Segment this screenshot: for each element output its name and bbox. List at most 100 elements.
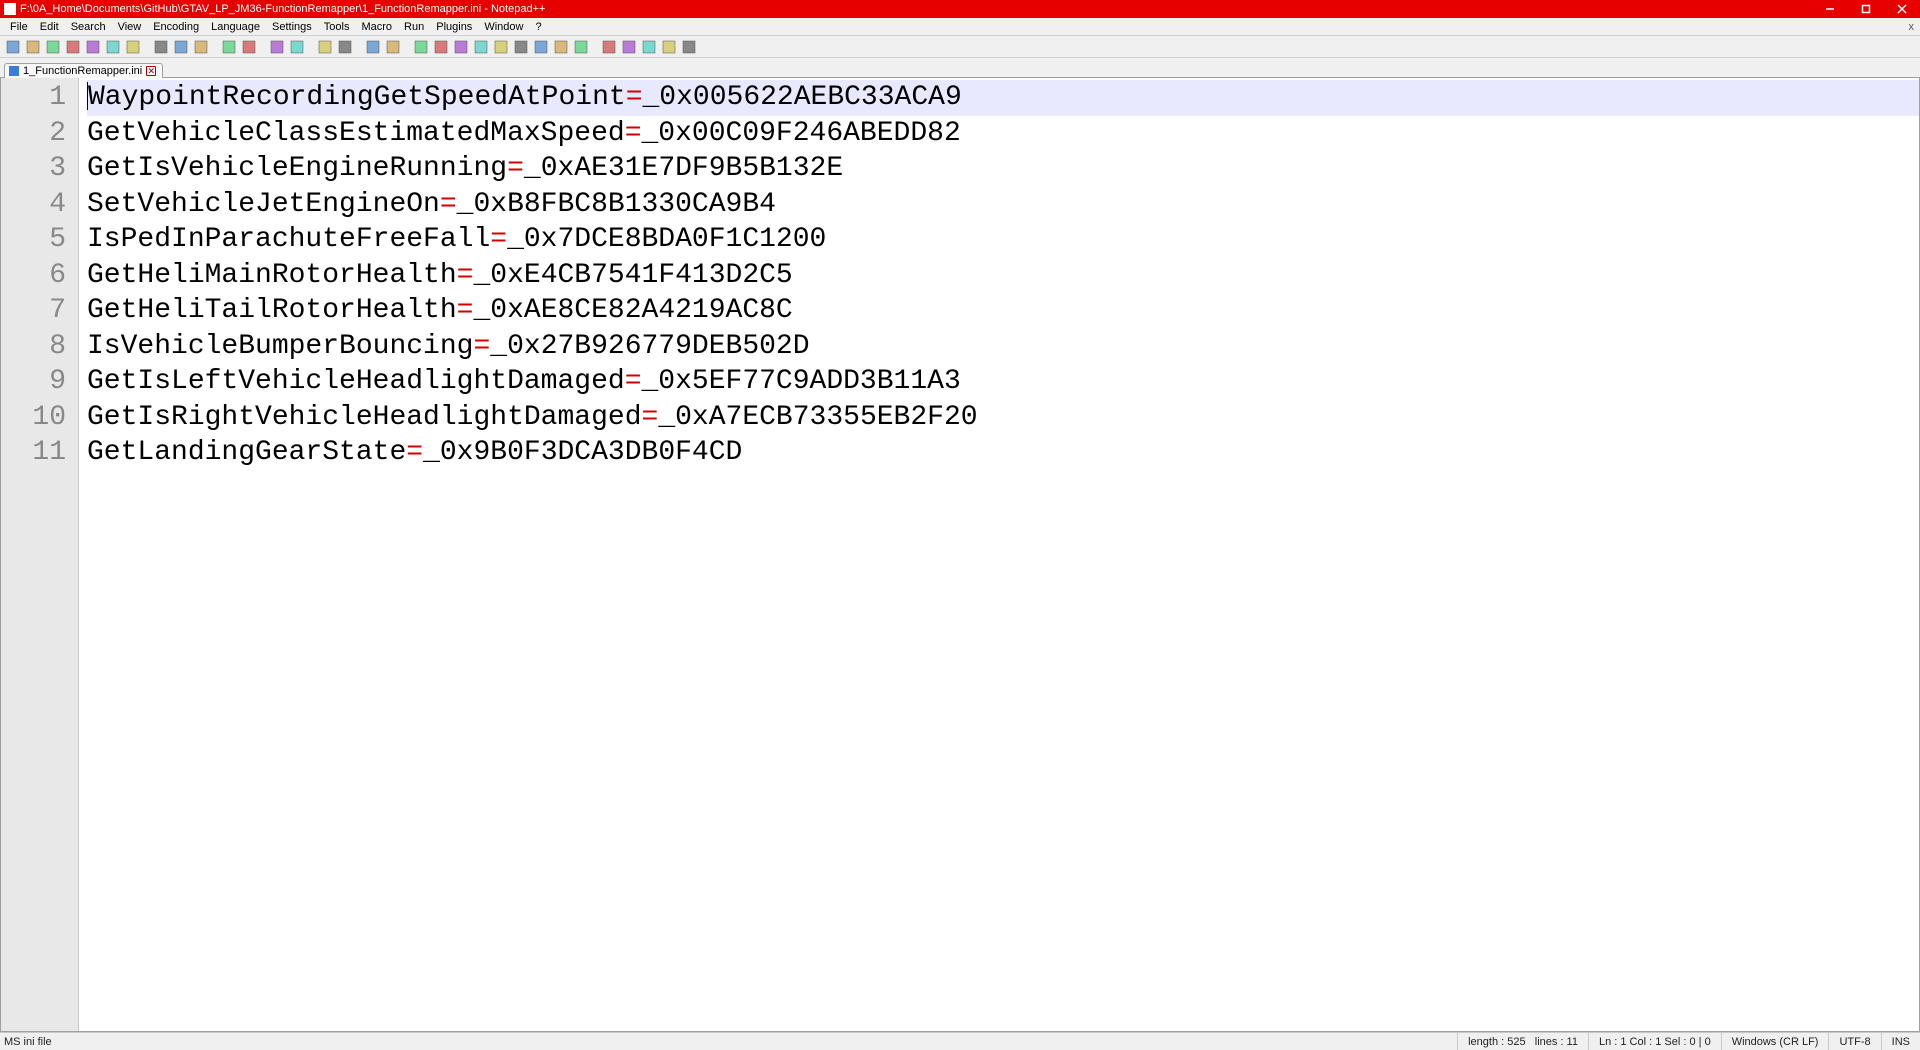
ini-equals: = — [406, 437, 423, 468]
menu-edit[interactable]: Edit — [34, 21, 65, 33]
ini-equals: = — [440, 189, 457, 220]
ini-equals: = — [457, 260, 474, 291]
code-line[interactable]: GetIsLeftVehicleHeadlightDamaged=_0x5EF7… — [87, 364, 1919, 400]
print-icon[interactable] — [124, 38, 142, 56]
line-number: 4 — [1, 187, 78, 223]
ini-value: _0xAE8CE82A4219AC8C — [473, 295, 792, 326]
maximize-button[interactable] — [1848, 0, 1884, 18]
monitor-icon[interactable] — [572, 38, 590, 56]
file-tab-close-icon[interactable]: ✕ — [146, 66, 156, 76]
zoom-out-icon[interactable] — [336, 38, 354, 56]
file-tab[interactable]: 1_FunctionRemapper.ini ✕ — [4, 63, 163, 78]
close-button[interactable] — [1884, 0, 1920, 18]
wordwrap-icon[interactable] — [412, 38, 430, 56]
code-line[interactable]: IsPedInParachuteFreeFall=_0x7DCE8BDA0F1C… — [87, 222, 1919, 258]
line-number: 1 — [1, 80, 78, 116]
zoom-in-icon[interactable] — [316, 38, 334, 56]
status-eol: Windows (CR LF) — [1721, 1033, 1829, 1050]
sync-v-icon[interactable] — [364, 38, 382, 56]
menu-search[interactable]: Search — [65, 21, 112, 33]
code-line[interactable]: GetHeliTailRotorHealth=_0xAE8CE82A4219AC… — [87, 293, 1919, 329]
play-icon[interactable] — [640, 38, 658, 56]
folder-icon[interactable] — [552, 38, 570, 56]
code-line[interactable]: GetHeliMainRotorHealth=_0xE4CB7541F413D2… — [87, 258, 1919, 294]
code-area[interactable]: WaypointRecordingGetSpeedAtPoint=_0x0056… — [79, 78, 1919, 1031]
replace-icon[interactable] — [288, 38, 306, 56]
redo-icon[interactable] — [240, 38, 258, 56]
line-number-gutter: 1234567891011 — [1, 78, 79, 1031]
ini-equals: = — [626, 82, 643, 113]
ini-value: _0xAE31E7DF9B5B132E — [524, 153, 843, 184]
menu-file[interactable]: File — [4, 21, 34, 33]
menu-close-doc[interactable]: x — [1909, 21, 1915, 33]
stop-icon[interactable] — [620, 38, 638, 56]
line-number: 8 — [1, 329, 78, 365]
new-file-icon[interactable] — [4, 38, 22, 56]
minimize-button[interactable] — [1812, 0, 1848, 18]
code-line[interactable]: IsVehicleBumperBouncing=_0x27B926779DEB5… — [87, 329, 1919, 365]
menu-macro[interactable]: Macro — [355, 21, 398, 33]
window-controls — [1812, 0, 1920, 18]
line-number: 9 — [1, 364, 78, 400]
ini-key: GetIsVehicleEngineRunning — [87, 153, 507, 184]
toolbar — [0, 36, 1920, 58]
code-line[interactable]: WaypointRecordingGetSpeedAtPoint=_0x0056… — [87, 80, 1919, 116]
save-macro-icon[interactable] — [680, 38, 698, 56]
doc-list-icon[interactable] — [512, 38, 530, 56]
record-icon[interactable] — [600, 38, 618, 56]
ini-key: GetHeliMainRotorHealth — [87, 260, 457, 291]
menu-settings[interactable]: Settings — [266, 21, 318, 33]
ini-equals: = — [473, 331, 490, 362]
doc-map-icon[interactable] — [492, 38, 510, 56]
open-file-icon[interactable] — [24, 38, 42, 56]
play-multi-icon[interactable] — [660, 38, 678, 56]
line-number: 6 — [1, 258, 78, 294]
allchars-icon[interactable] — [432, 38, 450, 56]
ini-value: _0x7DCE8BDA0F1C1200 — [507, 224, 826, 255]
save-all-icon[interactable] — [64, 38, 82, 56]
code-line[interactable]: GetIsVehicleEngineRunning=_0xAE31E7DF9B5… — [87, 151, 1919, 187]
paste-icon[interactable] — [192, 38, 210, 56]
sync-h-icon[interactable] — [384, 38, 402, 56]
undo-icon[interactable] — [220, 38, 238, 56]
save-icon[interactable] — [44, 38, 62, 56]
status-length: length : 525 lines : 11 — [1457, 1033, 1588, 1050]
ini-value: _0x00C09F246ABEDD82 — [642, 118, 961, 149]
menu-plugins[interactable]: Plugins — [430, 21, 478, 33]
cut-icon[interactable] — [152, 38, 170, 56]
ini-key: GetLandingGearState — [87, 437, 406, 468]
status-filetype: MS ini file — [0, 1036, 1457, 1048]
menu-window[interactable]: Window — [478, 21, 529, 33]
line-number: 11 — [1, 435, 78, 471]
menu-run[interactable]: Run — [398, 21, 430, 33]
status-position: Ln : 1 Col : 1 Sel : 0 | 0 — [1588, 1033, 1721, 1050]
code-line[interactable]: GetLandingGearState=_0x9B0F3DCA3DB0F4CD — [87, 435, 1919, 471]
ini-equals: = — [457, 295, 474, 326]
status-bar: MS ini file length : 525 lines : 11 Ln :… — [0, 1032, 1920, 1050]
menu-view[interactable]: View — [112, 21, 148, 33]
close-icon[interactable] — [84, 38, 102, 56]
menu-language[interactable]: Language — [205, 21, 266, 33]
code-line[interactable]: SetVehicleJetEngineOn=_0xB8FBC8B1330CA9B… — [87, 187, 1919, 223]
ini-equals: = — [625, 366, 642, 397]
menu-help[interactable]: ? — [529, 21, 547, 33]
menu-tools[interactable]: Tools — [318, 21, 356, 33]
ini-key: SetVehicleJetEngineOn — [87, 189, 440, 220]
line-number: 7 — [1, 293, 78, 329]
menu-encoding[interactable]: Encoding — [147, 21, 205, 33]
code-line[interactable]: GetIsRightVehicleHeadlightDamaged=_0xA7E… — [87, 400, 1919, 436]
status-encoding: UTF-8 — [1828, 1033, 1880, 1050]
copy-icon[interactable] — [172, 38, 190, 56]
file-tab-icon — [9, 66, 19, 76]
code-line[interactable]: GetVehicleClassEstimatedMaxSpeed=_0x00C0… — [87, 116, 1919, 152]
close-all-icon[interactable] — [104, 38, 122, 56]
menu-bar: File Edit Search View Encoding Language … — [0, 18, 1920, 36]
indent-guide-icon[interactable] — [452, 38, 470, 56]
title-bar: F:\0A_Home\Documents\GitHub\GTAV_LP_JM36… — [0, 0, 1920, 18]
func-list-icon[interactable] — [532, 38, 550, 56]
window-title: F:\0A_Home\Documents\GitHub\GTAV_LP_JM36… — [20, 3, 545, 15]
ini-key: IsPedInParachuteFreeFall — [87, 224, 490, 255]
find-icon[interactable] — [268, 38, 286, 56]
ini-equals: = — [625, 118, 642, 149]
udf-icon[interactable] — [472, 38, 490, 56]
